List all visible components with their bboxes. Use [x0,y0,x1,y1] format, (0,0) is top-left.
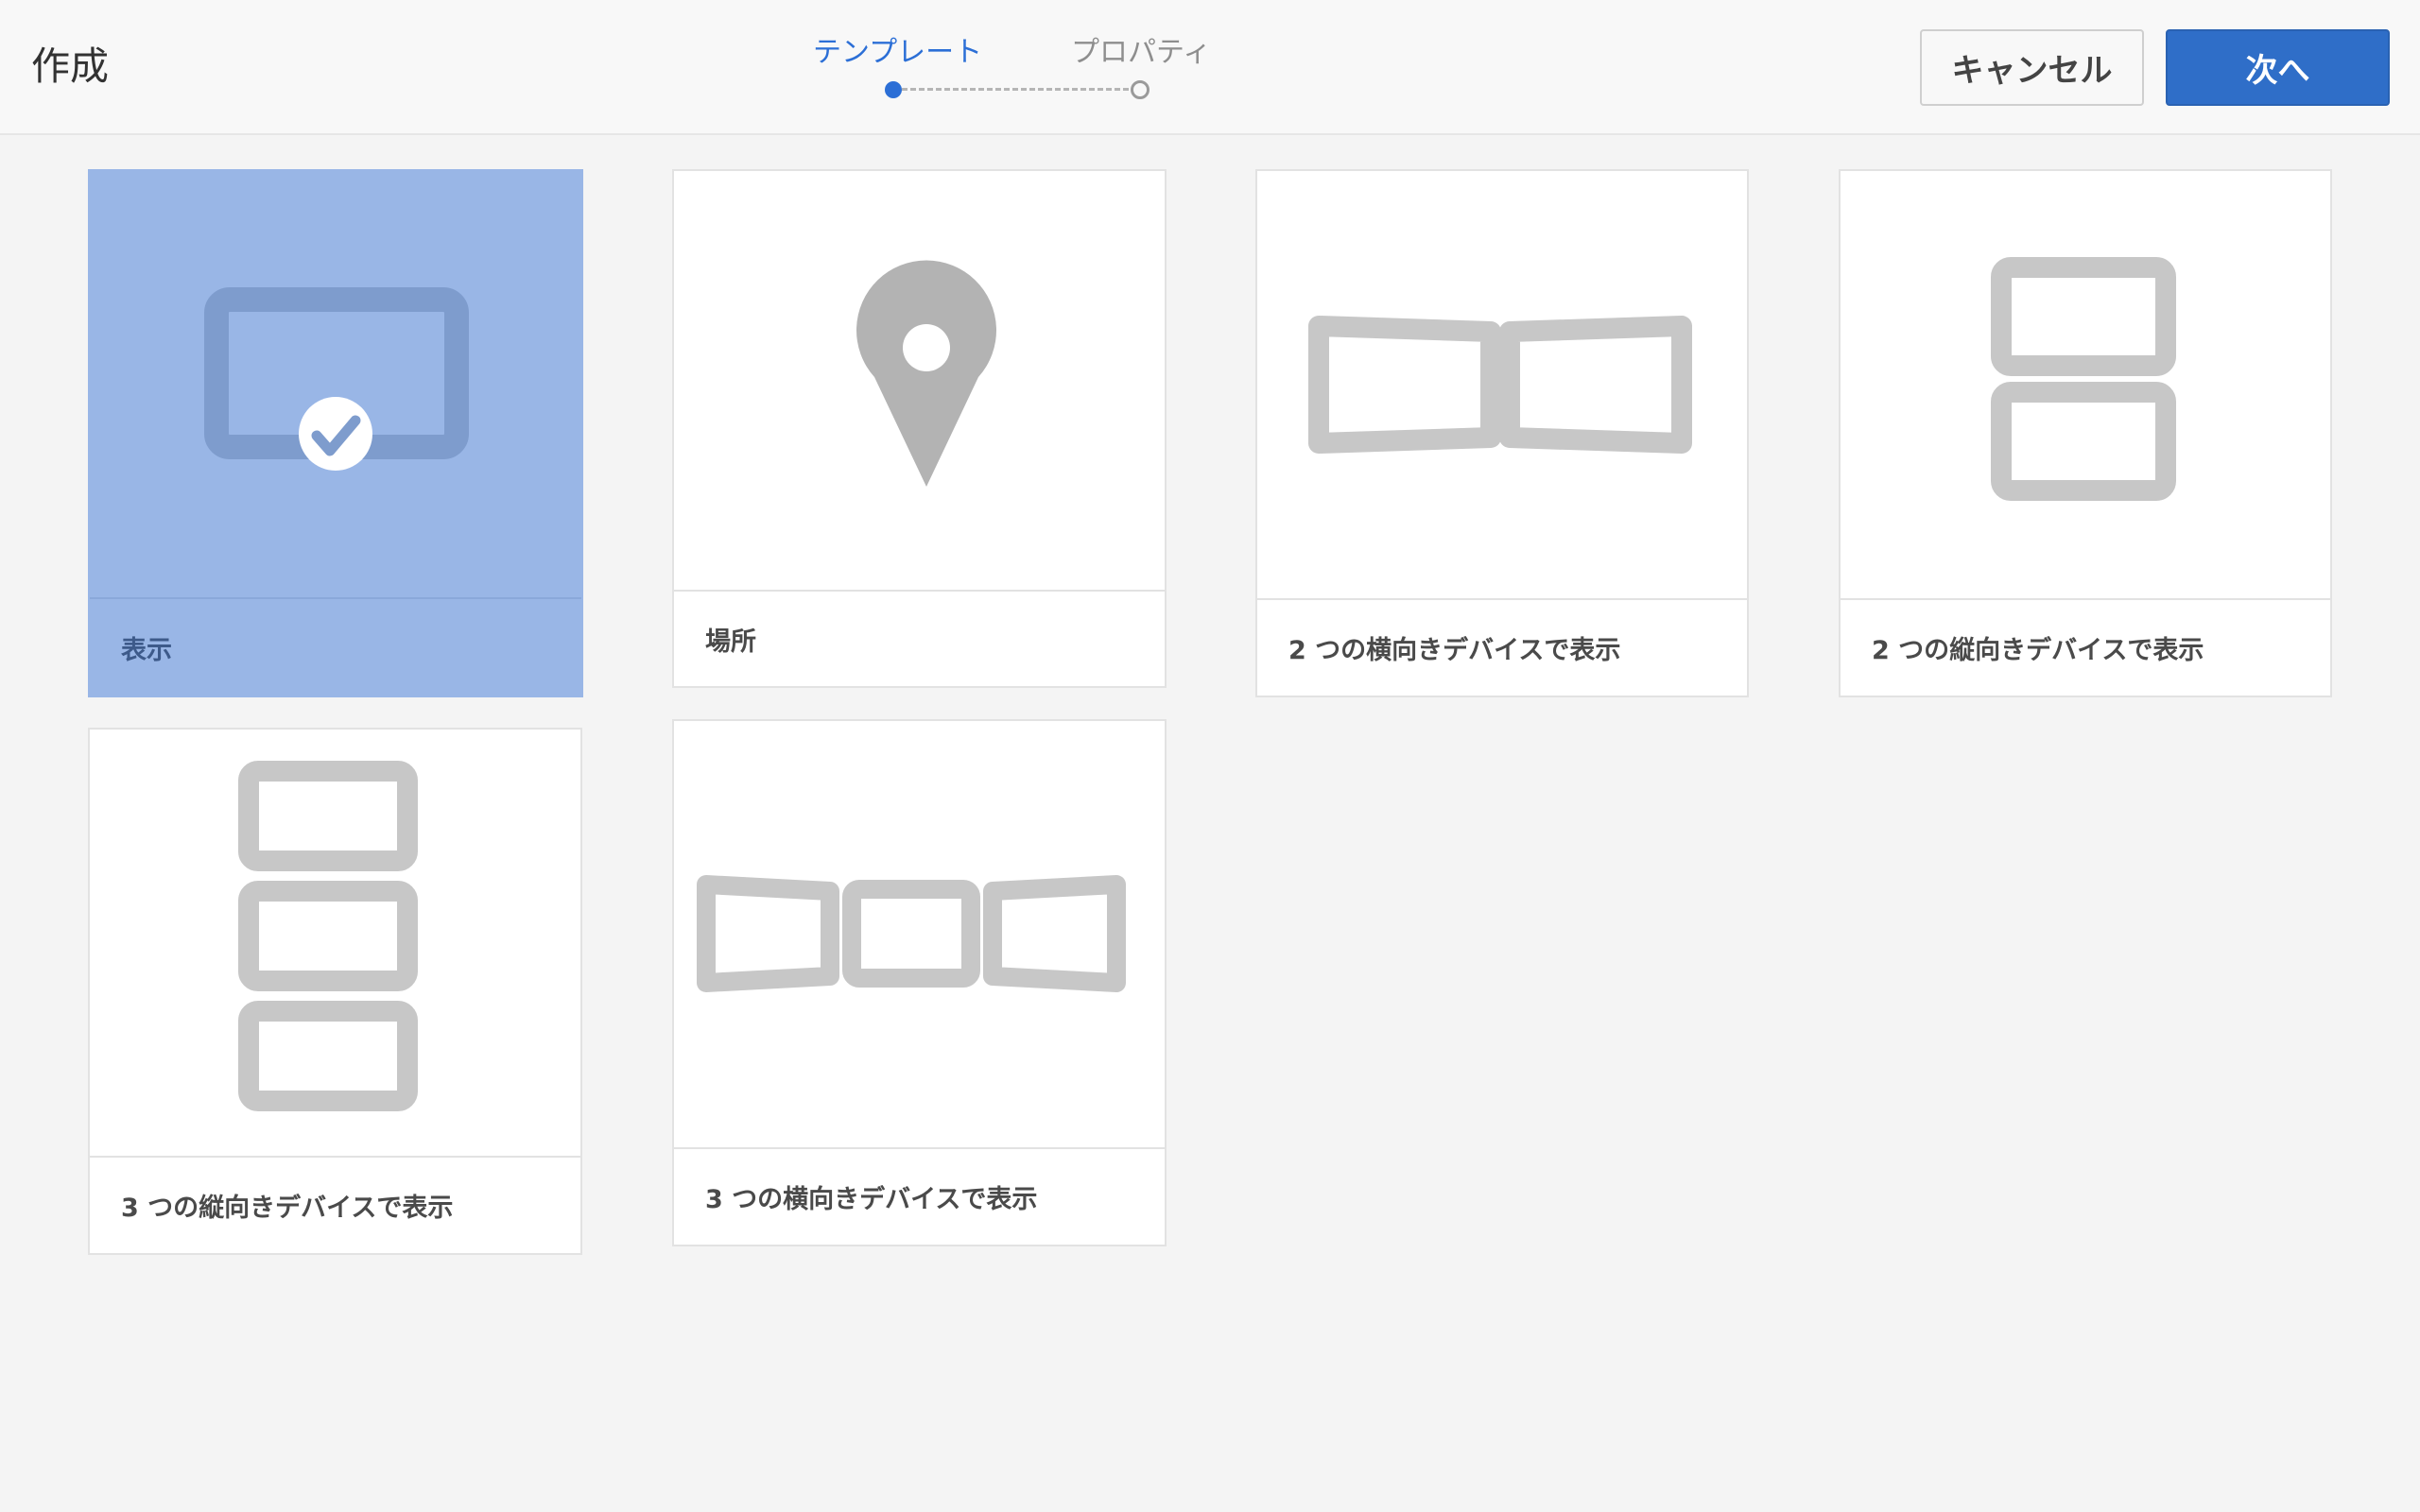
cancel-button[interactable]: キャンセル [1920,29,2144,106]
step-properties[interactable]: プロパティ [1071,32,1211,74]
template-card-display[interactable]: 表示 [88,169,583,697]
location-pin-icon [856,260,996,487]
template-card-two-landscape[interactable]: 2 つの横向きデバイスで表示 [1255,169,1749,697]
template-card-label: 表示 [90,597,581,696]
page-title: 作成 [31,43,109,89]
template-card-label: 3 つの横向きデバイスで表示 [674,1147,1165,1245]
template-card-label: 2 つの縦向きデバイスで表示 [1841,598,2330,696]
two-portrait-devices-icon [1991,257,2176,501]
next-button[interactable]: 次へ [2166,29,2390,106]
template-card-label: 3 つの縦向きデバイスで表示 [90,1156,580,1253]
step-indicator-active [885,81,902,98]
template-card-location[interactable]: 場所 [672,169,1167,688]
stepper-line [893,88,1137,91]
three-portrait-devices-icon [238,761,418,1111]
step-indicator-inactive [1131,80,1150,99]
template-card-label: 2 つの横向きデバイスで表示 [1257,598,1747,696]
template-card-three-portrait[interactable]: 3 つの縦向きデバイスで表示 [88,728,582,1255]
two-landscape-devices-icon [1308,316,1692,454]
template-card-three-landscape[interactable]: 3 つの横向きデバイスで表示 [672,719,1167,1246]
step-template[interactable]: テンプレート [813,32,982,74]
display-icon [204,287,469,471]
template-card-label: 場所 [674,590,1165,686]
three-landscape-devices-icon [697,875,1126,992]
top-bar: 作成 テンプレート プロパティ キャンセル 次へ [0,0,2420,135]
template-card-two-portrait[interactable]: 2 つの縦向きデバイスで表示 [1839,169,2332,697]
